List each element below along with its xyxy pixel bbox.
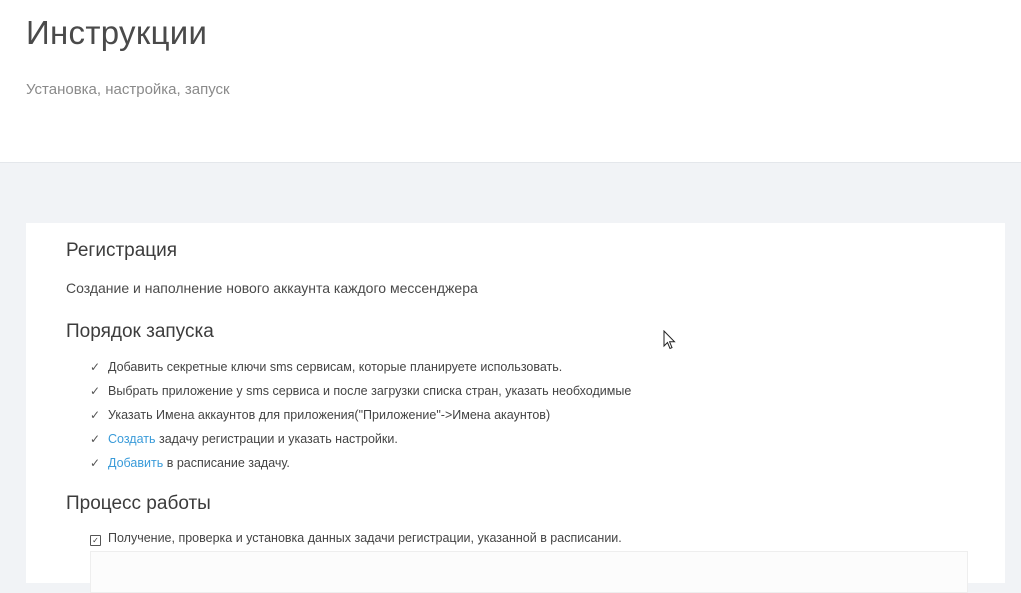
- check-icon: ✓: [90, 432, 101, 446]
- mouse-pointer-icon: [663, 330, 676, 350]
- list-item: ✓ Указать Имена аккаунтов для приложения(…: [90, 405, 631, 429]
- list-item: ✓ Создать задачу регистрации и указать на…: [90, 429, 631, 453]
- check-icon: ✓: [90, 456, 101, 470]
- step-text: Указать Имена аккаунтов для приложения("…: [108, 408, 551, 422]
- step-text: в расписание задачу.: [163, 456, 290, 470]
- launch-steps-list: ✓ Добавить секретные ключи sms сервисам, …: [90, 357, 631, 477]
- page-header: Инструкции Установка, настройка, запуск: [0, 0, 1021, 163]
- registration-title: Регистрация: [66, 240, 178, 261]
- check-icon: ✓: [90, 360, 101, 374]
- process-item: ✓ Получение, проверка и установка данных …: [90, 531, 622, 546]
- work-process-title: Процесс работы: [66, 493, 211, 514]
- create-task-link[interactable]: Создать: [108, 432, 156, 446]
- registration-description: Создание и наполнение нового аккаунта ка…: [66, 280, 478, 296]
- launch-order-title: Порядок запуска: [66, 321, 214, 342]
- step-text: Выбрать приложение у sms сервиса и после…: [108, 384, 632, 398]
- page-subtitle: Установка, настройка, запуск: [26, 81, 230, 98]
- add-to-schedule-link[interactable]: Добавить: [108, 456, 163, 470]
- instructions-panel: Регистрация Создание и наполнение нового…: [26, 223, 1005, 593]
- step-text: задачу регистрации и указать настройки.: [155, 432, 398, 446]
- list-item: ✓ Добавить в расписание задачу.: [90, 453, 631, 477]
- process-details-box: [90, 551, 968, 593]
- page-title: Инструкции: [26, 14, 208, 51]
- process-item-text: Получение, проверка и установка данных з…: [108, 531, 622, 545]
- step-text: Добавить секретные ключи sms сервисам, к…: [108, 360, 563, 374]
- list-item: ✓ Добавить секретные ключи sms сервисам, …: [90, 357, 631, 381]
- check-icon: ✓: [90, 384, 101, 398]
- list-item: ✓ Выбрать приложение у sms сервиса и посл…: [90, 381, 631, 405]
- checked-box-icon: ✓: [90, 535, 101, 546]
- check-icon: ✓: [90, 408, 101, 422]
